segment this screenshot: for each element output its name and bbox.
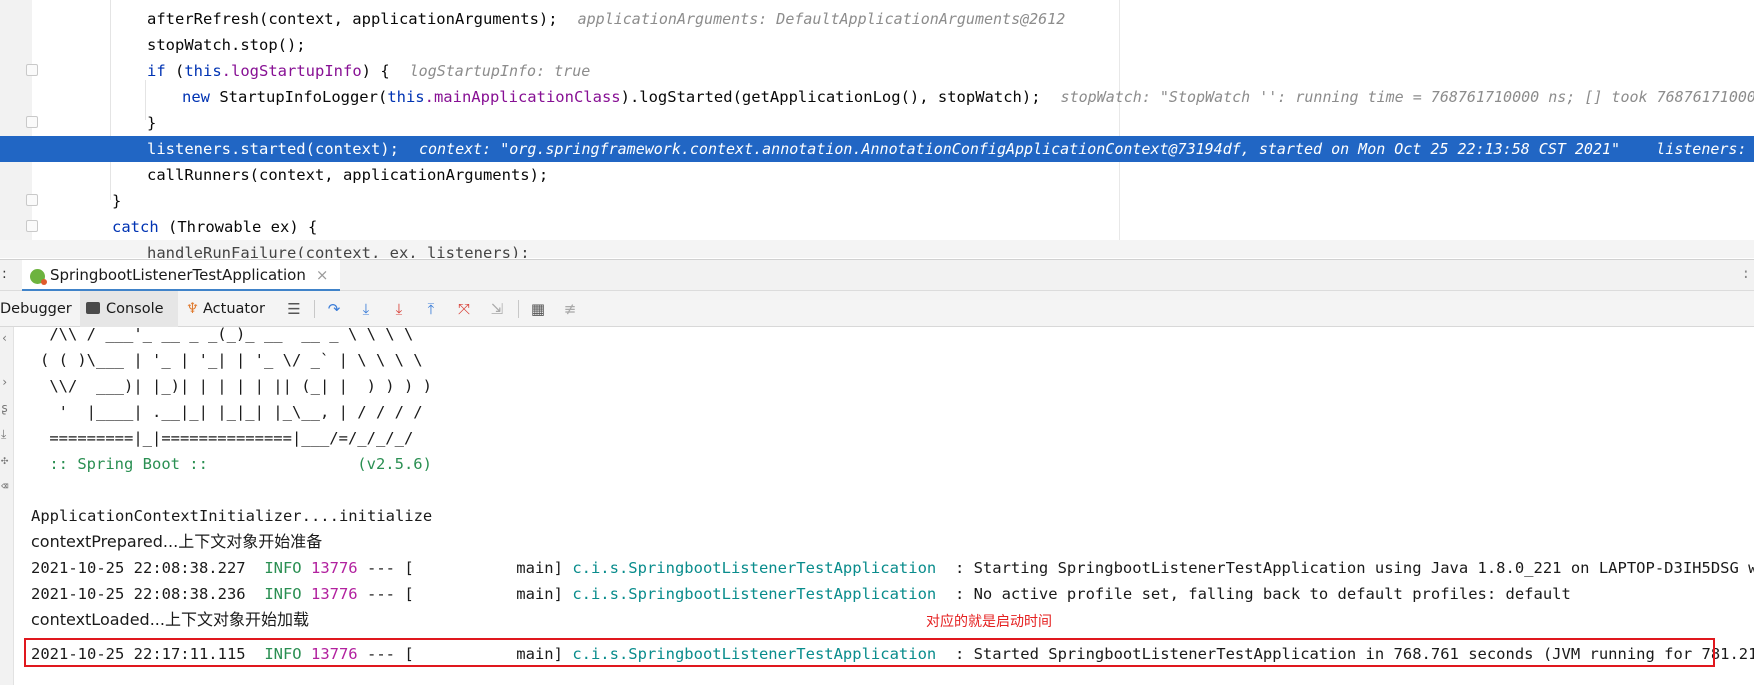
trace-icon[interactable]: ≢ [560, 299, 580, 319]
code-text: } [147, 114, 157, 132]
tab-debugger[interactable]: Debugger [0, 291, 72, 327]
log-timestamp: 2021-10-25 22:08:38.236 [31, 585, 246, 603]
console-output[interactable]: ‹ › ʂ ⤓ ✣ ⌫ /\\ / ___'_ __ _ _(_)_ __ __… [0, 327, 1754, 685]
options-icon[interactable]: : [1742, 266, 1750, 282]
log-logger: c.i.s.SpringbootListenerTestApplication [572, 559, 937, 577]
code-text: } [112, 192, 122, 210]
delete-icon[interactable]: ⌫ [1, 479, 8, 493]
close-icon[interactable]: × [316, 266, 329, 284]
tab-console[interactable]: Console [80, 291, 178, 327]
log-level: INFO [264, 559, 302, 577]
step-into-icon[interactable]: ⤓ [356, 299, 376, 319]
toolbar-divider [518, 300, 519, 318]
log-pid: 13776 [310, 585, 358, 603]
code-line[interactable]: catch (Throwable ex) { [0, 214, 1754, 240]
step-over-icon[interactable]: ↷ [324, 299, 344, 319]
toolbar-divider [314, 300, 315, 318]
soft-wrap-icon[interactable]: ‹ [1, 331, 8, 345]
print-icon[interactable]: ʂ [1, 401, 8, 415]
code-line[interactable]: if (this.logStartupInfo) { logStartupInfo… [0, 58, 1754, 84]
tab-label: Actuator [203, 301, 265, 317]
code-text: afterRefresh(context, applicationArgumen… [147, 10, 558, 28]
field-reference: .logStartupInfo [221, 62, 362, 80]
log-pid: 13776 [310, 559, 358, 577]
debug-toolbar: Debugger Console ♆ Actuator ☰ ↷ ⤓ ⤓ ⤒ ⤧ ⇲… [0, 291, 1754, 327]
highlight-box [24, 638, 1715, 667]
code-text: (Throwable ex) { [158, 218, 318, 236]
spring-banner-line: ' |____| .__|_| |_|_| |_\__, | / / / / [40, 403, 423, 421]
actuator-icon: ♆ [186, 301, 199, 317]
annotation-note: 对应的就是启动时间 [926, 614, 1052, 630]
tab-title: SpringbootListenerTestApplication [50, 265, 306, 284]
log-level: INFO [264, 585, 302, 603]
keyword: this [184, 62, 222, 80]
tab-label: Console [106, 301, 164, 317]
console-line: contextPrepared...上下文对象开始准备 [31, 532, 323, 551]
console-icon [86, 302, 100, 314]
tool-window-label: : [2, 266, 7, 282]
inline-debug-value: stopWatch: "StopWatch '': running time =… [1060, 88, 1754, 106]
log-message: : No active profile set, falling back to… [945, 585, 1571, 603]
log-line: 2021-10-25 22:08:38.227 INFO 13776 --- [… [31, 555, 1754, 581]
code-line[interactable]: handleRunFailure(context, ex, listeners)… [0, 240, 1754, 258]
log-line: 2021-10-25 22:08:38.236 INFO 13776 --- [… [31, 581, 1571, 607]
code-text: ).logStarted(getApplicationLog(), stopWa… [620, 88, 1041, 106]
run-tool-window-tabs: : SpringbootListenerTestApplication × : [0, 259, 1754, 292]
step-out-icon[interactable]: ⤒ [421, 299, 441, 319]
keyword: this [387, 88, 425, 106]
current-execution-line[interactable]: listeners.started(context); context: "org… [0, 136, 1754, 162]
tab-actuator[interactable]: ♆ Actuator [186, 291, 294, 327]
keyword: catch [112, 218, 159, 236]
scroll-to-end-icon[interactable]: › [1, 375, 8, 389]
console-line: contextLoaded...上下文对象开始加载 [31, 610, 309, 629]
spring-banner-line: \\/ ___)| |_)| | | | | || (_| | ) ) ) ) [40, 377, 432, 395]
code-text: StartupInfoLogger( [210, 88, 388, 106]
code-text: listeners.started(context); [147, 140, 399, 158]
log-thread: --- [ main] [367, 559, 563, 577]
keyword: new [182, 88, 210, 106]
inline-debug-value: logStartupInfo: true [409, 62, 591, 80]
code-text: stopWatch.stop(); [147, 36, 306, 54]
log-thread: --- [ main] [367, 585, 563, 603]
log-logger: c.i.s.SpringbootListenerTestApplication [572, 585, 937, 603]
field-reference: .mainApplicationClass [424, 88, 621, 106]
log-timestamp: 2021-10-25 22:08:38.227 [31, 559, 246, 577]
code-text: ( [165, 62, 185, 80]
spring-boot-version: :: Spring Boot :: (v2.5.6) [40, 455, 432, 473]
keyword: if [147, 62, 166, 80]
code-line[interactable]: callRunners(context, applicationArgument… [0, 162, 1754, 188]
force-step-into-icon[interactable]: ⤓ [389, 299, 409, 319]
log-message: : Starting SpringbootListenerTestApplica… [945, 559, 1754, 577]
tab-springboot-listener-test-application[interactable]: SpringbootListenerTestApplication × [22, 260, 341, 292]
console-side-toolbar: ‹ › ʂ ⤓ ✣ ⌫ [0, 327, 14, 685]
spring-banner-line: ( ( )\___ | '_ | '_| | '_ \/ _` | \ \ \ … [40, 351, 423, 369]
pin-icon[interactable]: ✣ [1, 453, 8, 467]
inline-debug-value: context: "org.springframework.context.an… [418, 140, 1754, 158]
clear-all-icon[interactable]: ⤓ [1, 427, 6, 442]
run-to-cursor-icon[interactable]: ⇲ [487, 299, 507, 319]
menu-icon[interactable]: ☰ [284, 299, 304, 319]
code-editor[interactable]: afterRefresh(context, applicationArgumen… [0, 0, 1754, 258]
inline-debug-value: applicationArguments: DefaultApplication… [577, 10, 1066, 28]
code-line[interactable]: afterRefresh(context, applicationArgumen… [0, 6, 1754, 32]
drop-frame-icon[interactable]: ⤧ [454, 299, 474, 319]
code-line[interactable]: } [0, 188, 1754, 214]
code-line[interactable]: new StartupInfoLogger(this.mainApplicati… [0, 84, 1754, 110]
code-line[interactable]: stopWatch.stop(); [0, 32, 1754, 58]
code-line[interactable]: } [0, 110, 1754, 136]
spring-banner-line: =========|_|==============|___/=/_/_/_/ [40, 429, 414, 447]
code-text: callRunners(context, applicationArgument… [147, 166, 549, 184]
console-line: ApplicationContextInitializer....initial… [31, 507, 433, 525]
code-text: ) { [361, 62, 390, 80]
tab-label: Debugger [0, 301, 72, 317]
spring-boot-icon [30, 269, 47, 285]
code-text: handleRunFailure(context, ex, listeners)… [147, 244, 530, 258]
evaluate-expression-icon[interactable]: ▦ [528, 299, 548, 319]
spring-banner-line: /\\ / ___'_ __ _ _(_)_ __ __ _ \ \ \ \ [40, 327, 414, 343]
